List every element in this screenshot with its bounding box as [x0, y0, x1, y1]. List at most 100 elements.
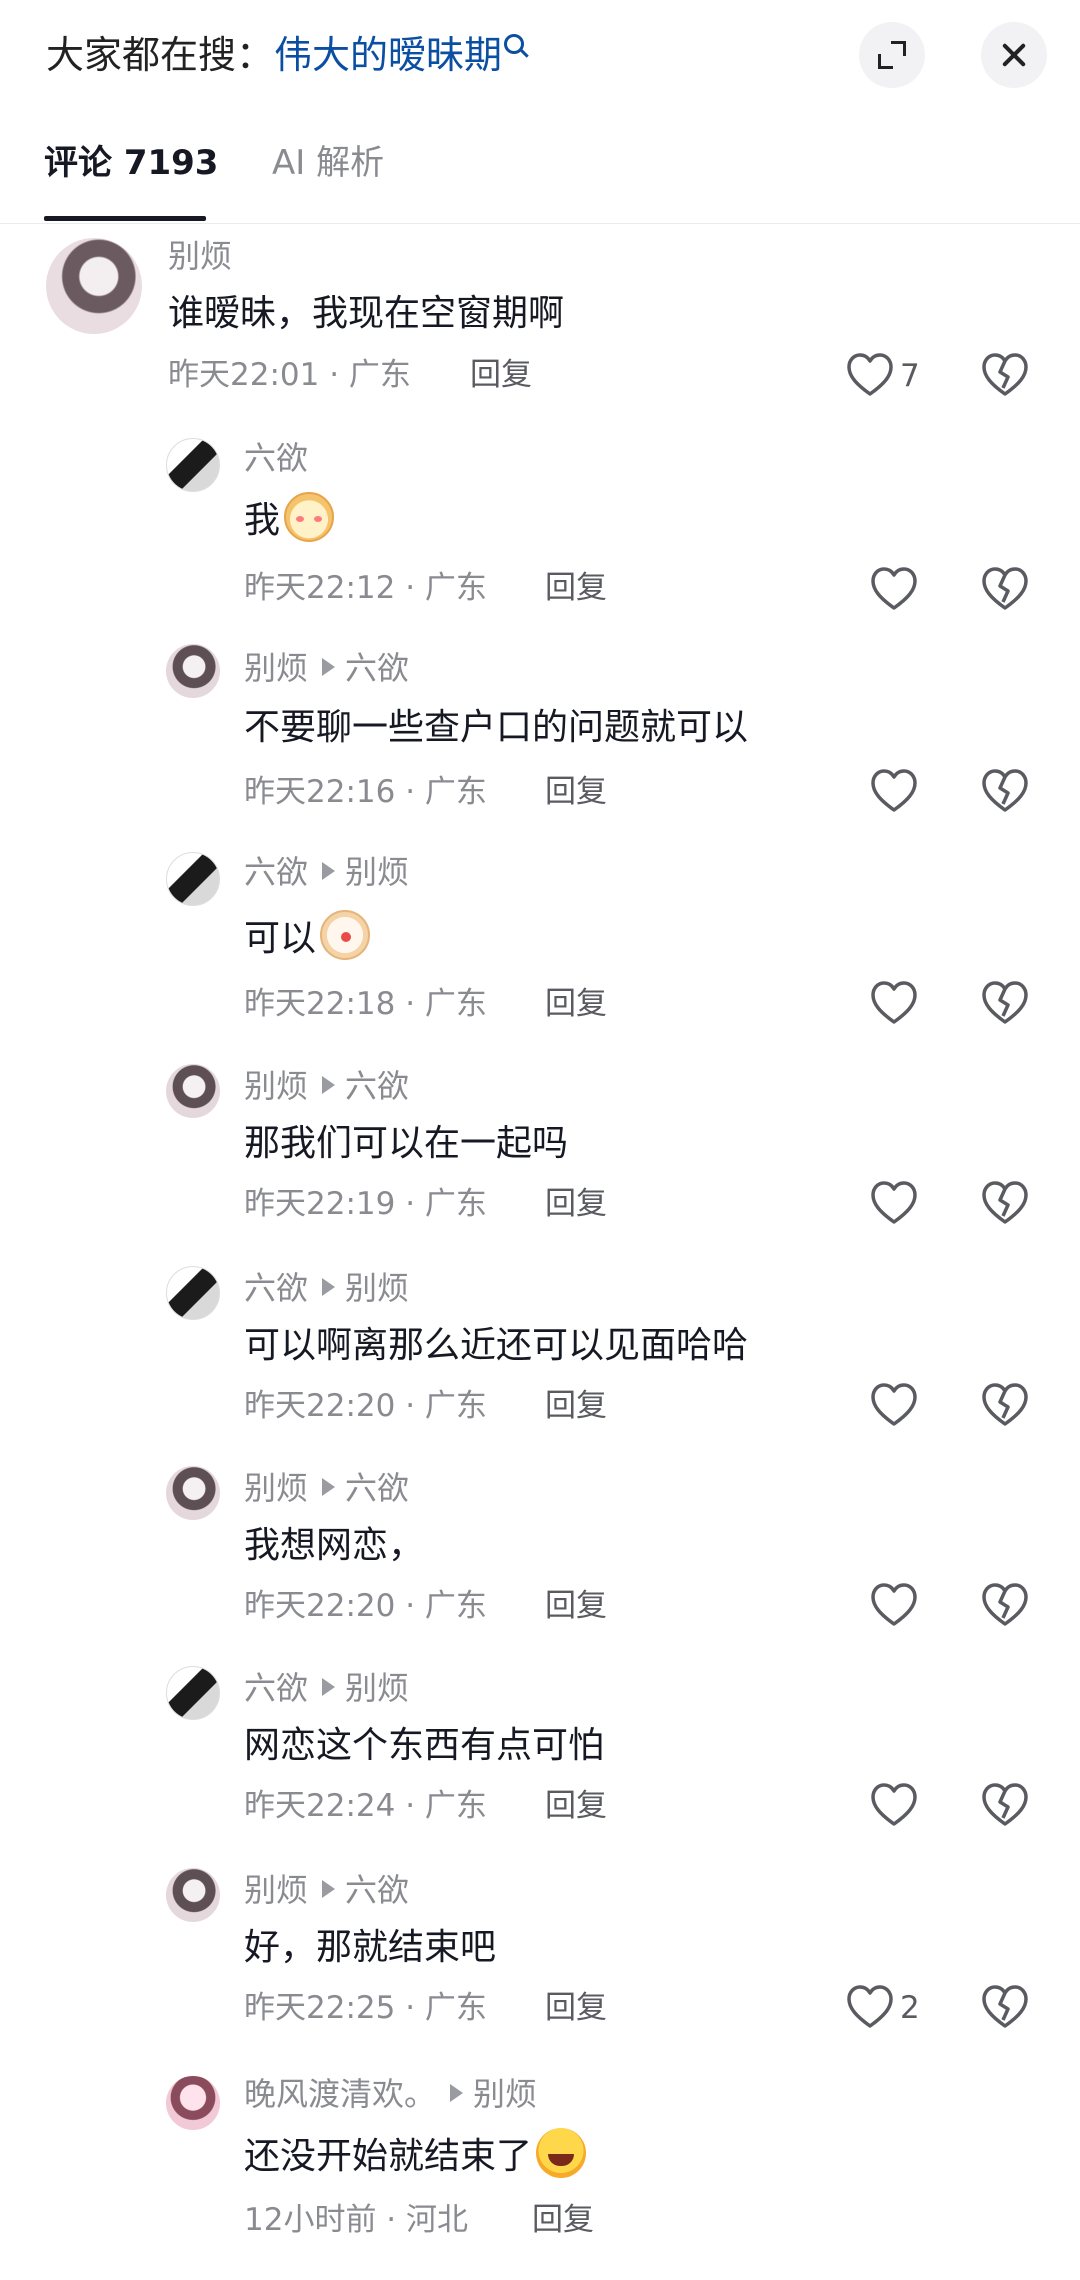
- reply-button[interactable]: 回复: [545, 568, 607, 608]
- avatar[interactable]: [166, 1266, 220, 1320]
- comment-author[interactable]: 六欲: [244, 438, 308, 478]
- heart-icon: [871, 1383, 917, 1426]
- reply-to-name[interactable]: 六欲: [345, 649, 409, 687]
- comment-author[interactable]: 别烦 六欲: [244, 1870, 409, 1910]
- heart-icon: [871, 567, 917, 610]
- reply-button[interactable]: 回复: [545, 984, 607, 1024]
- heart-icon: [871, 1181, 917, 1224]
- comment-author[interactable]: 六欲 别烦: [244, 1268, 409, 1308]
- expand-button[interactable]: [859, 22, 925, 88]
- reply-button[interactable]: 回复: [545, 1386, 607, 1426]
- heart-icon: [847, 1985, 893, 2028]
- author-name[interactable]: 别烦: [244, 1871, 308, 1909]
- author-name[interactable]: 别烦: [244, 1067, 308, 1105]
- comment-author[interactable]: 别烦: [168, 236, 232, 276]
- like-button[interactable]: 2: [846, 1984, 946, 2034]
- comment-text: 那我们可以在一起吗: [244, 1123, 569, 1164]
- heart-icon: [871, 981, 917, 1024]
- comment-text: 不要聊一些查户口的问题就可以: [244, 707, 749, 748]
- heart-icon: [871, 1583, 917, 1626]
- clown-emoji-icon: [320, 910, 371, 960]
- dislike-button[interactable]: [981, 1582, 1029, 1628]
- comment-text-content: 我: [244, 500, 281, 541]
- tab-comments[interactable]: 评论 7193: [44, 138, 218, 188]
- tab-ai-analysis[interactable]: AI 解析: [272, 138, 384, 188]
- like-button[interactable]: [870, 768, 926, 818]
- reply-button[interactable]: 回复: [545, 1184, 607, 1224]
- comment-author[interactable]: 别烦 六欲: [244, 648, 409, 688]
- like-button[interactable]: [870, 1382, 926, 1432]
- comment-time-location: 昨天22:18 · 广东: [244, 986, 487, 1022]
- like-button[interactable]: [870, 1180, 926, 1230]
- reply-button[interactable]: 回复: [470, 355, 532, 395]
- avatar[interactable]: [166, 1064, 220, 1118]
- active-tab-indicator: [44, 216, 206, 221]
- search-prefix: 大家都在搜：: [46, 33, 275, 77]
- trending-search-link[interactable]: 大家都在搜：伟大的暧昧期: [46, 28, 525, 82]
- like-button[interactable]: [870, 1582, 926, 1632]
- dislike-button[interactable]: [981, 1382, 1029, 1428]
- author-name[interactable]: 六欲: [244, 853, 308, 891]
- comment-author[interactable]: 六欲 别烦: [244, 1668, 409, 1708]
- reply-to-name[interactable]: 别烦: [345, 1669, 409, 1707]
- dislike-button[interactable]: [981, 1180, 1029, 1226]
- laughing-crying-emoji-icon: [536, 2128, 587, 2178]
- comment-author[interactable]: 别烦 六欲: [244, 1066, 409, 1106]
- comment-text-content: 还没开始就结束了: [244, 2136, 533, 2177]
- author-name[interactable]: 六欲: [244, 1269, 308, 1307]
- comment-time-location: 12小时前 · 河北: [244, 2202, 469, 2238]
- comment-text: 谁暧昧，我现在空窗期啊: [168, 293, 565, 334]
- avatar[interactable]: [166, 438, 220, 492]
- comment-time-location: 昨天22:20 · 广东: [244, 1388, 487, 1424]
- reply-button[interactable]: 回复: [545, 1786, 607, 1826]
- close-button[interactable]: [981, 22, 1047, 88]
- comment-author[interactable]: 晚风渡清欢。 别烦: [244, 2074, 537, 2114]
- comment-tabs: 评论 7193 AI 解析: [0, 130, 1080, 224]
- avatar[interactable]: [166, 644, 220, 698]
- reply-to-name[interactable]: 六欲: [345, 1871, 409, 1909]
- shy-emoji-icon: [284, 492, 335, 542]
- avatar[interactable]: [166, 2076, 220, 2130]
- dislike-button[interactable]: [981, 566, 1029, 612]
- author-name[interactable]: 别烦: [244, 1469, 308, 1507]
- reply-button[interactable]: 回复: [545, 1586, 607, 1626]
- reply-button[interactable]: 回复: [532, 2200, 594, 2240]
- dislike-button[interactable]: [981, 1984, 1029, 2030]
- like-button[interactable]: 7: [846, 352, 946, 402]
- heart-icon: [847, 353, 893, 396]
- reply-arrow-icon: [322, 862, 336, 880]
- avatar[interactable]: [46, 238, 142, 334]
- avatar[interactable]: [166, 1666, 220, 1720]
- avatar[interactable]: [166, 1868, 220, 1922]
- reply-item: 别烦 六欲 那我们可以在一起吗 昨天22:19 · 广东 回复: [0, 1028, 1080, 1230]
- author-name[interactable]: 别烦: [244, 649, 308, 687]
- reply-to-name[interactable]: 别烦: [345, 1269, 409, 1307]
- reply-to-name[interactable]: 别烦: [345, 853, 409, 891]
- comment-time-location: 昨天22:25 · 广东: [244, 1990, 487, 2026]
- reply-to-name[interactable]: 六欲: [345, 1067, 409, 1105]
- like-button[interactable]: [870, 566, 926, 616]
- author-name[interactable]: 六欲: [244, 1669, 308, 1707]
- reply-arrow-icon: [322, 1076, 336, 1094]
- like-count: 2: [900, 1990, 920, 2026]
- reply-button[interactable]: 回复: [545, 1988, 607, 2028]
- reply-item: 六欲 别烦 网恋这个东西有点可怕 昨天22:24 · 广东 回复: [0, 1630, 1080, 1832]
- dislike-button[interactable]: [981, 980, 1029, 1026]
- like-button[interactable]: [870, 1782, 926, 1832]
- comment-author[interactable]: 别烦 六欲: [244, 1468, 409, 1508]
- like-button[interactable]: [870, 980, 926, 1030]
- dislike-button[interactable]: [981, 768, 1029, 814]
- search-keyword[interactable]: 伟大的暧昧期: [274, 33, 502, 77]
- dislike-button[interactable]: [981, 352, 1029, 398]
- reply-arrow-icon: [322, 1278, 336, 1296]
- reply-to-name[interactable]: 六欲: [345, 1469, 409, 1507]
- comment-text: 我: [244, 492, 335, 545]
- avatar[interactable]: [166, 1466, 220, 1520]
- reply-button[interactable]: 回复: [545, 772, 607, 812]
- dislike-button[interactable]: [981, 1782, 1029, 1828]
- author-name[interactable]: 晚风渡清欢。: [244, 2075, 436, 2113]
- avatar[interactable]: [166, 852, 220, 906]
- reply-to-name[interactable]: 别烦: [473, 2075, 537, 2113]
- comment-author[interactable]: 六欲 别烦: [244, 852, 409, 892]
- reply-item: 别烦 六欲 不要聊一些查户口的问题就可以 昨天22:16 · 广东 回复: [0, 624, 1080, 826]
